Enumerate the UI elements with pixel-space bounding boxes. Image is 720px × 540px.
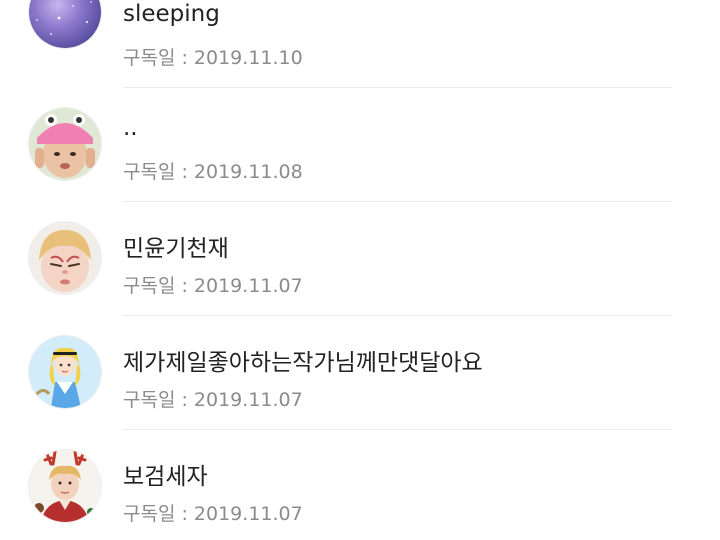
subscription-date: 구독일 : 2019.11.07 — [123, 389, 303, 411]
subscription-date: 구독일 : 2019.11.07 — [123, 503, 303, 525]
row-divider — [123, 201, 672, 202]
pink-hat-person-avatar-icon[interactable] — [29, 108, 101, 180]
subscriber-name[interactable]: 제가제일좋아하는작가님께만댓달아요 — [123, 343, 483, 377]
subscriber-row[interactable]: 민윤기천재 구독일 : 2019.11.07 — [0, 204, 720, 318]
subscriber-row[interactable]: 보검세자 구독일 : 2019.11.07 — [0, 432, 720, 540]
row-divider — [123, 315, 672, 316]
subscriber-list: sleeping 구독일 : 2019.11.10 .. 구독일: 2019.… — [0, 0, 720, 540]
subscriber-name[interactable]: .. — [123, 115, 138, 141]
subscriber-row[interactable]: .. 구독일 : 2019.11.08 — [0, 90, 720, 204]
subscription-date: 구독일 : 2019.11.07 — [123, 275, 303, 297]
subscriber-name[interactable]: 민윤기천재 — [123, 229, 229, 263]
galaxy-avatar-icon[interactable] — [29, 0, 101, 48]
row-divider — [123, 429, 672, 430]
row-divider — [123, 87, 672, 88]
subscriber-row[interactable]: 제가제일좋아하는작가님께만댓달아요 구독일 : 2019.11.07 — [0, 318, 720, 432]
subscription-date: 구독일 : 2019.11.08 — [123, 161, 303, 183]
subscription-date: 구독일 : 2019.11.10 — [123, 47, 303, 69]
blond-person-avatar-icon[interactable] — [29, 222, 101, 294]
subscriber-name[interactable]: 보검세자 — [123, 457, 208, 491]
subscriber-row[interactable]: sleeping 구독일 : 2019.11.10 — [0, 0, 720, 90]
subscriber-name[interactable]: sleeping — [123, 1, 220, 27]
antlers-person-avatar-icon[interactable] — [29, 450, 101, 522]
alice-cartoon-avatar-icon[interactable] — [29, 336, 101, 408]
